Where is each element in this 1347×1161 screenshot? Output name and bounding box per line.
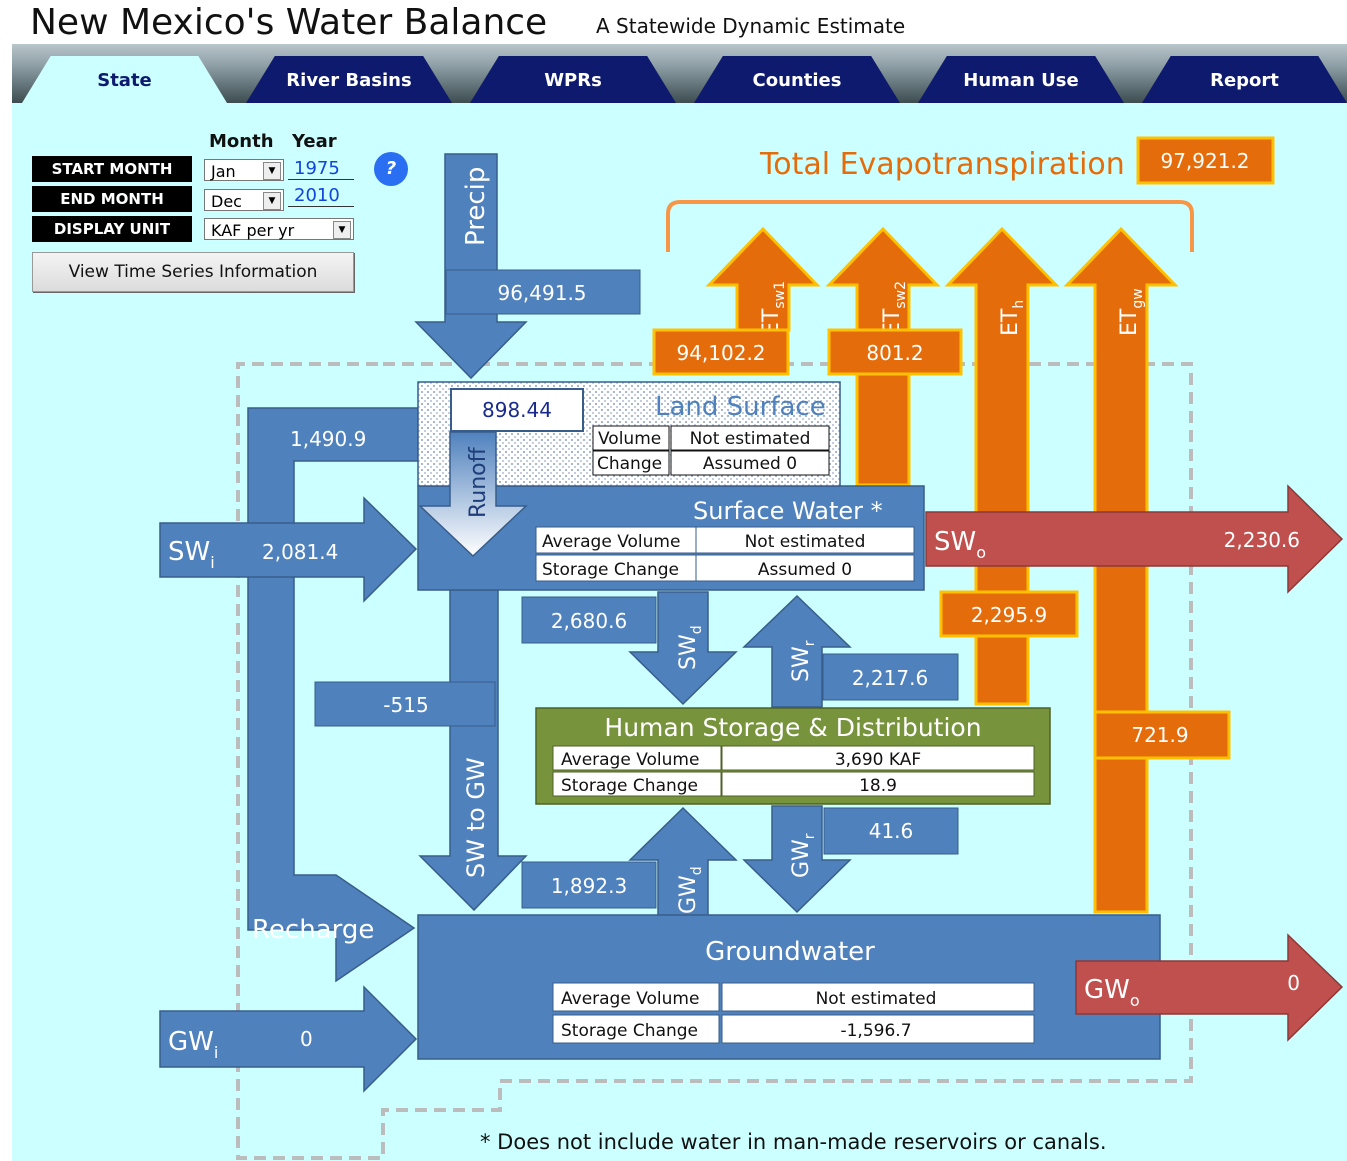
swr-label: SWr	[789, 640, 818, 682]
et-h-label-main: ET	[998, 308, 1023, 336]
sw-change-label: Storage Change	[542, 560, 679, 580]
gw-in-label-main: GW	[168, 1027, 214, 1057]
runoff-value: 898.44	[482, 398, 552, 422]
et-sw1-label-sub: sw1	[772, 281, 788, 309]
gw-in-label-sub: i	[214, 1043, 218, 1062]
gwr-label-main: GW	[789, 839, 814, 878]
runoff-label: Runoff	[466, 446, 491, 518]
hs-avg-value: 3,690 KAF	[835, 750, 921, 770]
hs-change-label: Storage Change	[561, 776, 698, 796]
footnote: * Does not include water in man-made res…	[480, 1130, 1107, 1154]
sw-in-label-main: SW	[168, 537, 210, 567]
swd-label-sub: d	[689, 625, 705, 634]
gw-out-label-sub: o	[1130, 991, 1140, 1010]
gw-out-label-main: GW	[1084, 975, 1130, 1005]
gw-in-label: GWi	[168, 1027, 218, 1062]
sw-out-value: 2,230.6	[1224, 528, 1300, 552]
sw-in-value: 2,081.4	[262, 540, 338, 564]
hs-change-value: 18.9	[859, 776, 897, 796]
hs-avg-label: Average Volume	[561, 750, 699, 770]
et-sw2-value: 801.2	[866, 341, 923, 365]
precip-label: Precip	[461, 167, 491, 246]
sw-to-gw-value: -515	[383, 693, 428, 717]
et-sw2-label-sub: sw2	[893, 281, 909, 309]
gw-out-value: 0	[1287, 971, 1300, 995]
sw-avg-label: Average Volume	[542, 532, 680, 552]
et-gw-value: 721.9	[1131, 723, 1188, 747]
total-et-label: Total Evapotranspiration	[759, 147, 1125, 182]
et-h-value: 2,295.9	[971, 603, 1047, 627]
left-flow-value: 1,490.9	[290, 427, 366, 451]
recharge-label: Recharge	[252, 915, 374, 945]
sw-change-value: Assumed 0	[758, 560, 852, 580]
water-balance-diagram: Total Evapotranspiration 97,921.2 1,490.…	[159, 136, 1344, 1160]
ls-change-value: Assumed 0	[703, 454, 797, 474]
et-h-label-sub: h	[1011, 300, 1027, 309]
human-storage-title: Human Storage & Distribution	[604, 713, 981, 742]
land-surface-title: Land Surface	[655, 392, 826, 422]
gwd-label-sub: d	[689, 866, 705, 875]
et-gw-label-main: ET	[1117, 308, 1142, 336]
swr-label-main: SW	[789, 646, 814, 682]
swr-value: 2,217.6	[852, 666, 928, 690]
gw-change-label: Storage Change	[561, 1021, 698, 1041]
total-et-value: 97,921.2	[1160, 149, 1249, 173]
gw-in-value: 0	[300, 1027, 313, 1051]
ls-volume-label: Volume	[598, 429, 661, 449]
swd-label-main: SW	[676, 634, 701, 670]
swd-value: 2,680.6	[551, 609, 627, 633]
precip-value: 96,491.5	[497, 281, 586, 305]
sw-in-label: SWi	[168, 537, 215, 572]
et-gw-label-sub: gw	[1130, 288, 1146, 308]
sw-to-gw-label: SW to GW	[462, 757, 490, 878]
surface-water-title: Surface Water *	[693, 497, 883, 525]
sw-in-label-sub: i	[210, 553, 214, 572]
gw-change-value: -1,596.7	[840, 1021, 911, 1041]
gwd-value: 1,892.3	[551, 874, 627, 898]
groundwater-title: Groundwater	[705, 937, 875, 967]
gwd-label-main: GW	[676, 875, 701, 914]
gwr-value: 41.6	[869, 819, 914, 843]
swr-label-sub: r	[802, 640, 818, 646]
sw-avg-value: Not estimated	[745, 532, 866, 552]
gwr-label-sub: r	[802, 833, 818, 839]
ls-change-label: Change	[597, 454, 662, 474]
et-sw1-value: 94,102.2	[676, 341, 765, 365]
gw-avg-label: Average Volume	[561, 989, 699, 1009]
sw-out-label-sub: o	[976, 543, 986, 562]
gwr-label: GWr	[789, 833, 818, 878]
ls-volume-value: Not estimated	[690, 429, 811, 449]
gw-avg-value: Not estimated	[816, 989, 937, 1009]
sw-out-label-main: SW	[934, 527, 976, 557]
